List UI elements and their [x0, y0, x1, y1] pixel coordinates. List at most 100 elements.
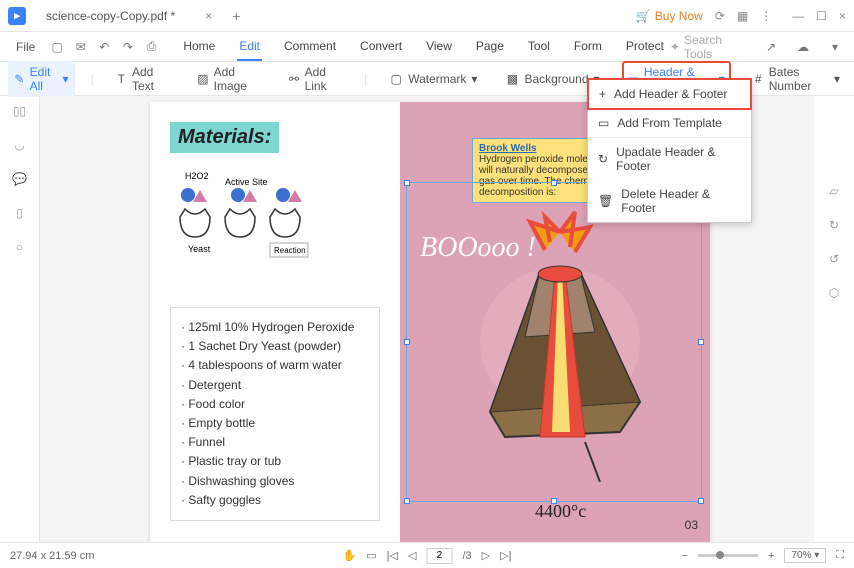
ingredients-list: 125ml 10% Hydrogen Peroxide 1 Sachet Dry…	[170, 307, 380, 521]
search-tools[interactable]: ✦ Search Tools	[670, 33, 744, 61]
statusbar: 27.94 x 21.59 cm ✋ ▭ |◁ ◁ /3 ▷ ▷| − + 70…	[0, 542, 854, 568]
prev-page-icon[interactable]: ◁	[408, 549, 416, 562]
watermark-button[interactable]: ▢ Watermark ▾	[383, 68, 483, 90]
menubar: File ▢ ✉ ↶ ↷ ⎙ Home Edit Comment Convert…	[0, 32, 854, 62]
page-number-label: 03	[685, 518, 698, 532]
zoom-slider[interactable]	[698, 554, 758, 557]
cloud-upload-icon[interactable]: ☁	[792, 36, 814, 58]
refresh-icon: ↻	[598, 152, 608, 166]
zoom-out-icon[interactable]: −	[682, 550, 688, 562]
zoom-value[interactable]: 70% ▾	[784, 548, 826, 563]
next-page-icon[interactable]: ▷	[482, 549, 490, 562]
page-input[interactable]	[426, 548, 452, 564]
bates-icon: #	[753, 72, 764, 86]
thumbnails-icon[interactable]: ▯▯	[13, 104, 26, 118]
tab-view[interactable]: View	[424, 33, 454, 61]
titlebar: ▸ science-copy-Copy.pdf * × + 🛒 Buy Now …	[0, 0, 854, 32]
maximize-icon[interactable]: ☐	[816, 9, 827, 23]
fit-page-icon[interactable]: ⛶	[836, 549, 844, 562]
settings-icon[interactable]: ⬡	[829, 286, 839, 300]
crop-icon[interactable]: ▱	[829, 184, 838, 198]
chevron-down-icon: ▾	[471, 72, 477, 86]
list-item: Food color	[181, 395, 369, 414]
bookmark-icon[interactable]: ◡	[14, 138, 24, 152]
dropdown-update-header-footer[interactable]: ↻ Upadate Header & Footer	[588, 138, 751, 180]
more-icon[interactable]: ⋮	[760, 9, 772, 23]
materials-heading: Materials:	[170, 122, 279, 153]
last-page-icon[interactable]: ▷|	[500, 549, 511, 562]
select-tool-icon[interactable]: ▭	[366, 549, 376, 562]
attachment-icon[interactable]: ▯	[16, 206, 23, 220]
left-sidebar: ▯▯ ◡ 💬 ▯ ○	[0, 96, 40, 542]
page-dimensions: 27.94 x 21.59 cm	[10, 550, 94, 562]
zoom-in-icon[interactable]: +	[768, 550, 774, 562]
trash-icon: 🗑	[598, 194, 613, 208]
add-image-button[interactable]: ▨ Add Image	[191, 61, 266, 97]
mail-icon[interactable]: ✉	[71, 36, 91, 58]
share-icon[interactable]: ↗	[760, 36, 782, 58]
bell-icon[interactable]: ▾	[824, 36, 846, 58]
redo-icon[interactable]: ↷	[118, 36, 138, 58]
file-menu[interactable]: File	[8, 36, 43, 58]
print-icon[interactable]: ⎙	[142, 36, 162, 58]
tab-page[interactable]: Page	[474, 33, 506, 61]
edit-all-button[interactable]: ✎ Edit All ▾	[8, 61, 75, 97]
tab-form[interactable]: Form	[572, 33, 604, 61]
chevron-down-icon: ▾	[63, 72, 69, 86]
gift-icon[interactable]: ▦	[737, 9, 748, 23]
bates-number-button[interactable]: # Bates Number ▾	[747, 61, 846, 97]
new-tab-button[interactable]: +	[232, 8, 240, 24]
document-tab[interactable]: science-copy-Copy.pdf * ×	[34, 2, 224, 30]
link-icon: ⚯	[288, 72, 299, 86]
text-icon: T	[116, 72, 127, 86]
list-item: Empty bottle	[181, 414, 369, 433]
page-total: /3	[462, 550, 471, 562]
svg-text:Reaction: Reaction	[274, 246, 306, 255]
undo-icon[interactable]: ↶	[95, 36, 115, 58]
dropdown-add-header-footer[interactable]: + Add Header & Footer	[587, 78, 752, 110]
wand-icon: ✦	[670, 40, 680, 54]
watermark-icon: ▢	[389, 72, 403, 86]
menu-tabs: Home Edit Comment Convert View Page Tool…	[181, 33, 666, 61]
boo-text: BOOooo !	[420, 232, 536, 264]
svg-text:Yeast: Yeast	[188, 244, 211, 254]
tab-filename: science-copy-Copy.pdf *	[46, 9, 175, 23]
chevron-down-icon: ▾	[834, 72, 840, 86]
list-item: Dishwashing gloves	[181, 472, 369, 491]
rotate-left-icon[interactable]: ↺	[829, 252, 839, 266]
cloud-icon[interactable]: ⟳	[715, 9, 725, 23]
list-item: 1 Sachet Dry Yeast (powder)	[181, 337, 369, 356]
first-page-icon[interactable]: |◁	[387, 549, 398, 562]
save-icon[interactable]: ▢	[47, 36, 67, 58]
minimize-icon[interactable]: —	[792, 9, 804, 23]
tab-edit[interactable]: Edit	[237, 33, 262, 61]
rotate-right-icon[interactable]: ↻	[829, 218, 839, 232]
app-icon: ▸	[8, 7, 26, 25]
tab-protect[interactable]: Protect	[624, 33, 666, 61]
header-footer-dropdown: + Add Header & Footer ▭ Add From Templat…	[587, 78, 752, 223]
dropdown-delete-header-footer[interactable]: 🗑 Delete Header & Footer	[588, 180, 751, 222]
right-sidebar: ▱ ↻ ↺ ⬡	[814, 96, 854, 542]
add-link-button[interactable]: ⚯ Add Link	[282, 61, 348, 97]
pencil-icon: ✎	[14, 72, 25, 86]
close-window-icon[interactable]: ×	[839, 9, 846, 23]
tab-tool[interactable]: Tool	[526, 33, 552, 61]
background-icon: ▩	[505, 72, 519, 86]
hand-tool-icon[interactable]: ✋	[343, 549, 357, 562]
tab-comment[interactable]: Comment	[282, 33, 338, 61]
list-item: Detergent	[181, 376, 369, 395]
chemistry-diagram: H2O2 Active Site Yeast Reaction	[170, 167, 380, 267]
h2o2-label: H2O2	[185, 171, 209, 181]
search-panel-icon[interactable]: ○	[16, 240, 23, 254]
list-item: Funnel	[181, 433, 369, 452]
buy-now-button[interactable]: 🛒 Buy Now	[636, 9, 703, 23]
tab-convert[interactable]: Convert	[358, 33, 404, 61]
list-item: 4 tablespoons of warm water	[181, 356, 369, 375]
add-text-button[interactable]: T Add Text	[110, 61, 176, 97]
tab-close-icon[interactable]: ×	[205, 9, 212, 23]
list-item: 125ml 10% Hydrogen Peroxide	[181, 318, 369, 337]
tab-home[interactable]: Home	[181, 33, 217, 61]
dropdown-add-from-template[interactable]: ▭ Add From Template	[588, 109, 751, 137]
comment-panel-icon[interactable]: 💬	[12, 172, 27, 186]
template-icon: ▭	[598, 116, 609, 130]
